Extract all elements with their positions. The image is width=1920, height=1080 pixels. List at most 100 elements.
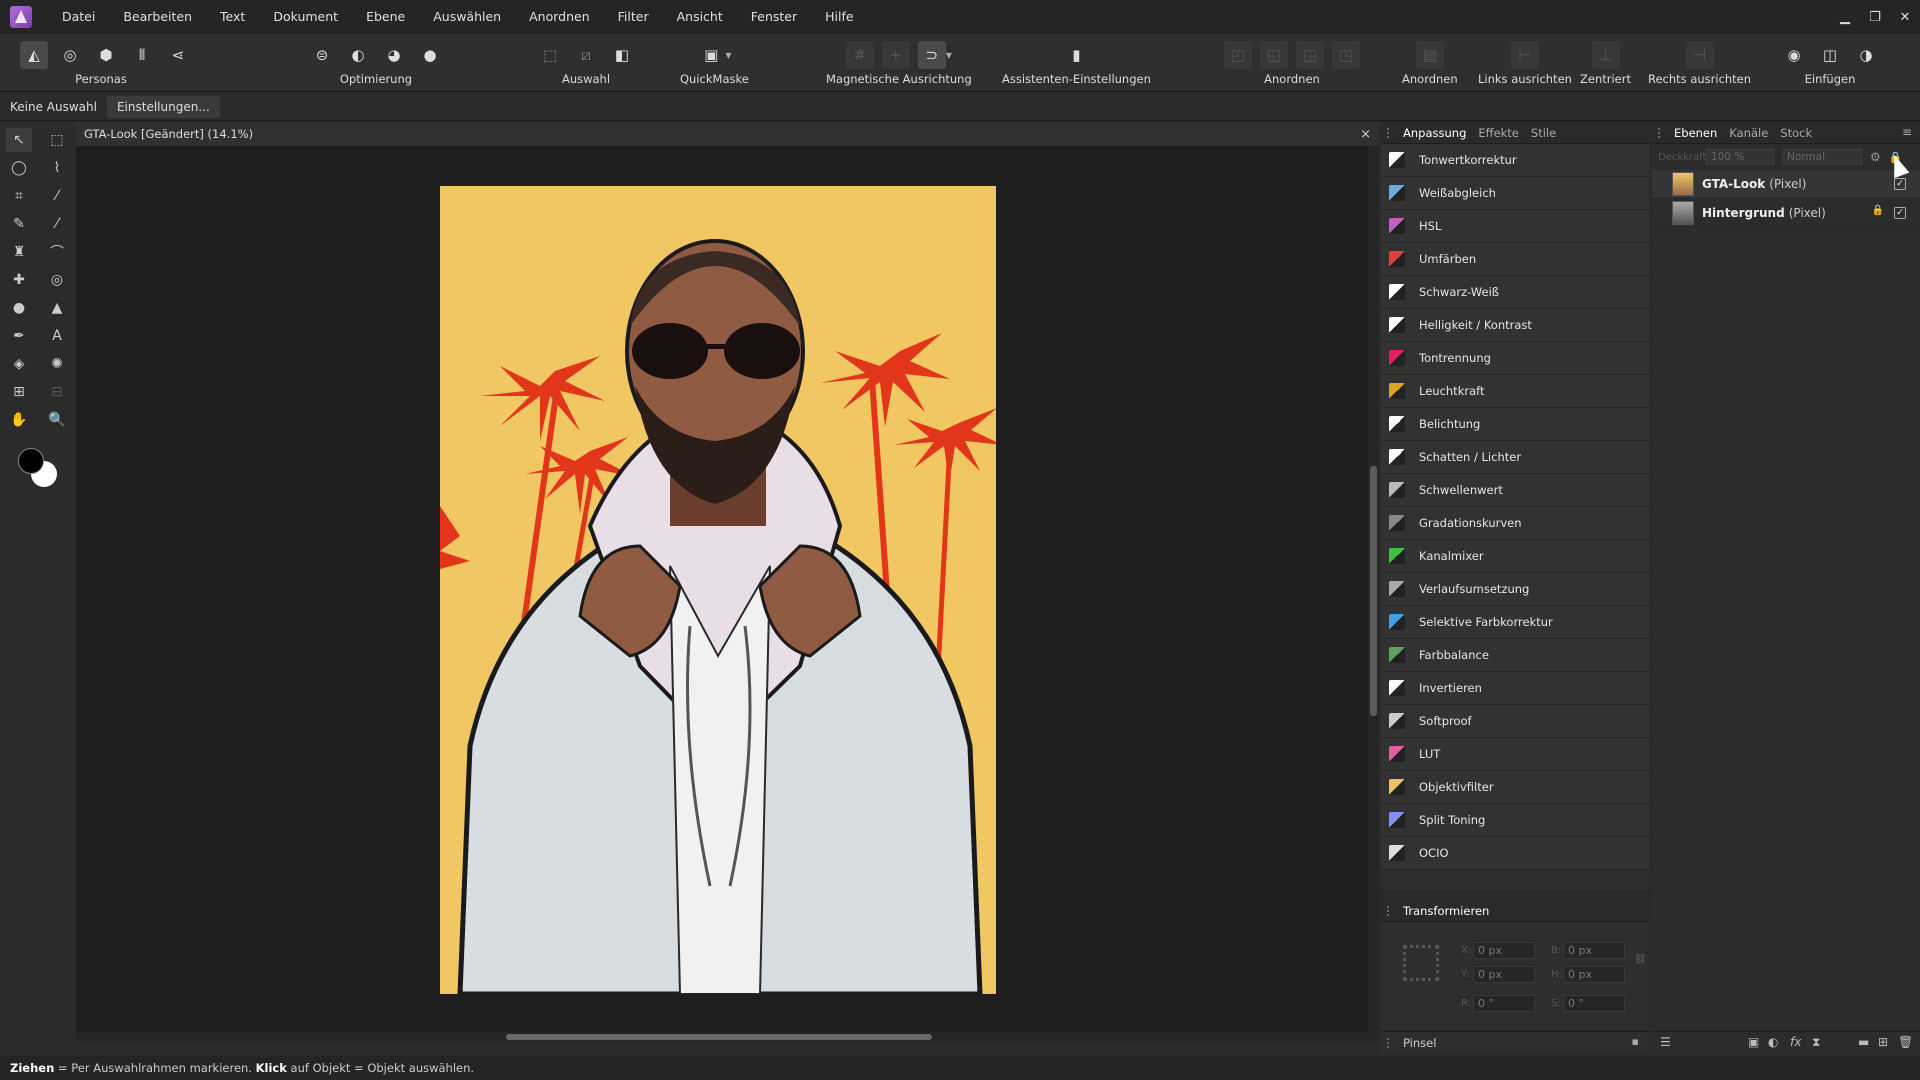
select-all-icon[interactable]: ⬚ xyxy=(536,41,564,69)
settings-button[interactable]: Einstellungen... xyxy=(106,95,220,118)
snapping-grid-icon[interactable]: # xyxy=(845,41,874,69)
tab-transformieren[interactable]: Transformieren xyxy=(1403,904,1489,918)
adjustment-item[interactable]: Selektive Farbkorrektur xyxy=(1381,606,1649,639)
y-field[interactable]: 0 px xyxy=(1473,966,1535,983)
adjustment-item[interactable]: Softproof xyxy=(1381,705,1649,738)
panel-menu-icon[interactable]: ▪ xyxy=(1632,1035,1639,1048)
group-folder-icon[interactable]: ▬ xyxy=(1858,1035,1869,1049)
selection-brush-icon[interactable]: ⌇ xyxy=(44,156,70,180)
canvas[interactable] xyxy=(76,146,1368,1032)
red-eye-tool-icon[interactable]: ◎ xyxy=(44,268,70,292)
export-persona-icon[interactable]: ⋖ xyxy=(164,41,192,69)
w-field[interactable]: 0 px xyxy=(1563,942,1625,959)
x-field[interactable]: 0 px xyxy=(1473,942,1535,959)
adjustment-item[interactable]: HSL xyxy=(1381,210,1649,243)
tone-mapping-persona-icon[interactable]: ⦀ xyxy=(128,41,156,69)
auto-contrast-icon[interactable]: ◐ xyxy=(344,41,372,69)
move-to-back-icon[interactable]: ◰ xyxy=(1224,41,1252,69)
layer-row-hintergrund[interactable]: Hintergrund (Pixel) 🔒 ✓ xyxy=(1652,199,1920,228)
move-tool-icon[interactable]: ↖ xyxy=(6,128,32,152)
menu-ansicht[interactable]: Ansicht xyxy=(663,0,737,34)
menu-fenster[interactable]: Fenster xyxy=(737,0,811,34)
photo-persona-icon[interactable]: ◭ xyxy=(20,41,48,69)
tab-stile[interactable]: Stile xyxy=(1531,126,1556,140)
document-close-icon[interactable]: × xyxy=(1360,127,1371,142)
affinity-photo-logo[interactable] xyxy=(10,6,32,28)
close-icon[interactable]: ✕ xyxy=(1890,0,1920,34)
restore-icon[interactable]: ❐ xyxy=(1860,0,1890,34)
adjustment-item[interactable]: Helligkeit / Kontrast xyxy=(1381,309,1649,342)
blur-tool-icon[interactable]: ● xyxy=(6,296,32,320)
align-right-icon[interactable]: ⊣ xyxy=(1685,41,1714,69)
vertical-scrollbar[interactable] xyxy=(1368,146,1379,1032)
live-filter-icon[interactable]: ⧗ xyxy=(1812,1035,1820,1050)
adjustment-layer-icon[interactable]: ◐ xyxy=(1768,1035,1778,1049)
tab-stock[interactable]: Stock xyxy=(1780,126,1812,140)
blend-mode-select[interactable]: Normal xyxy=(1782,149,1862,165)
zoom-tool-icon[interactable]: 🔍 xyxy=(44,408,70,432)
adjustment-item[interactable]: OCIO xyxy=(1381,837,1649,870)
menu-text[interactable]: Text xyxy=(206,0,259,34)
foreground-color[interactable] xyxy=(18,448,44,474)
adjustment-item[interactable]: Schatten / Lichter xyxy=(1381,441,1649,474)
quickmask-dropdown-icon[interactable]: ▼ xyxy=(725,51,731,60)
move-forward-icon[interactable]: ◲ xyxy=(1296,41,1324,69)
auto-levels-icon[interactable]: ⊜ xyxy=(308,41,336,69)
layer-row-gta-look[interactable]: GTA-Look (Pixel) ✓ xyxy=(1652,170,1920,199)
h-field[interactable]: 0 px xyxy=(1563,966,1625,983)
menu-ebene[interactable]: Ebene xyxy=(352,0,419,34)
magnet-dropdown-icon[interactable]: ▼ xyxy=(946,51,952,60)
gear-icon[interactable]: ⚙ xyxy=(1870,150,1881,164)
menu-hilfe[interactable]: Hilfe xyxy=(811,0,867,34)
vertical-scrollbar-thumb[interactable] xyxy=(1370,466,1377,716)
minimize-icon[interactable]: ▁ xyxy=(1830,0,1860,34)
snapping-add-icon[interactable]: + xyxy=(881,41,910,69)
insert-icon[interactable]: ◉ xyxy=(1780,41,1808,69)
tab-kanaele[interactable]: Kanäle xyxy=(1729,126,1768,140)
dodge-tool-icon[interactable]: ⌒ xyxy=(44,240,70,264)
adjustment-item[interactable]: Verlaufsumsetzung xyxy=(1381,573,1649,606)
brush-panel-title[interactable]: Pinsel xyxy=(1403,1036,1436,1050)
mesh-warp-icon[interactable]: ⊞ xyxy=(6,380,32,404)
tab-ebenen[interactable]: Ebenen xyxy=(1674,126,1717,140)
trash-icon[interactable]: 🗑 xyxy=(1898,1035,1913,1049)
rotation-field[interactable]: 0 ° xyxy=(1473,995,1535,1012)
adjustment-item[interactable]: Tontrennung xyxy=(1381,342,1649,375)
opacity-field[interactable]: 100 % xyxy=(1706,149,1774,165)
panel-grip-icon[interactable] xyxy=(1387,906,1393,916)
new-layer-icon[interactable]: ⊞ xyxy=(1878,1035,1888,1049)
move-to-front-icon[interactable]: ◳ xyxy=(1332,41,1360,69)
tab-effekte[interactable]: Effekte xyxy=(1478,126,1519,140)
panel-menu-icon[interactable]: ≡ xyxy=(1902,125,1912,139)
align-left-icon[interactable]: ⊢ xyxy=(1510,41,1539,69)
anchor-selector-icon[interactable] xyxy=(1403,945,1439,981)
panel-grip-icon[interactable] xyxy=(1387,1038,1393,1048)
develop-persona-icon[interactable]: ⬢ xyxy=(92,41,120,69)
marquee-tool-icon[interactable]: ⬚ xyxy=(44,128,70,152)
brush-tool-icon[interactable]: ⁄ xyxy=(44,212,70,236)
adjustment-item[interactable]: Belichtung xyxy=(1381,408,1649,441)
menu-anordnen[interactable]: Anordnen xyxy=(515,0,604,34)
menu-datei[interactable]: Datei xyxy=(48,0,109,34)
paint-brush-icon[interactable]: ✎ xyxy=(6,212,32,236)
auto-colors-icon[interactable]: ◕ xyxy=(380,41,408,69)
pen-tool-icon[interactable]: ✒ xyxy=(6,324,32,348)
auto-white-balance-icon[interactable]: ● xyxy=(416,41,444,69)
adjustment-item[interactable]: Tonwertkorrektur xyxy=(1381,144,1649,177)
assistant-icon[interactable]: ▮ xyxy=(1062,41,1090,69)
shear-field[interactable]: 0 ° xyxy=(1563,995,1625,1012)
visibility-checkbox[interactable]: ✓ xyxy=(1894,178,1906,190)
adjustment-item[interactable]: Objektivfilter xyxy=(1381,771,1649,804)
link-icon[interactable]: ⛓ xyxy=(1634,954,1647,965)
crop-tool-icon[interactable]: ⌗ xyxy=(6,184,32,208)
insert-below-icon[interactable]: ◫ xyxy=(1816,41,1844,69)
flood-select-icon[interactable]: ✺ xyxy=(44,352,70,376)
move-back-icon[interactable]: ◱ xyxy=(1260,41,1288,69)
hand-tool-icon[interactable]: ✋ xyxy=(6,408,32,432)
horizontal-scrollbar-thumb[interactable] xyxy=(506,1034,932,1040)
adjustment-item[interactable]: LUT xyxy=(1381,738,1649,771)
align-center-icon[interactable]: ⊥ xyxy=(1591,41,1620,69)
panel-grip-icon[interactable] xyxy=(1387,128,1393,138)
menu-bearbeiten[interactable]: Bearbeiten xyxy=(109,0,206,34)
menu-dokument[interactable]: Dokument xyxy=(259,0,352,34)
